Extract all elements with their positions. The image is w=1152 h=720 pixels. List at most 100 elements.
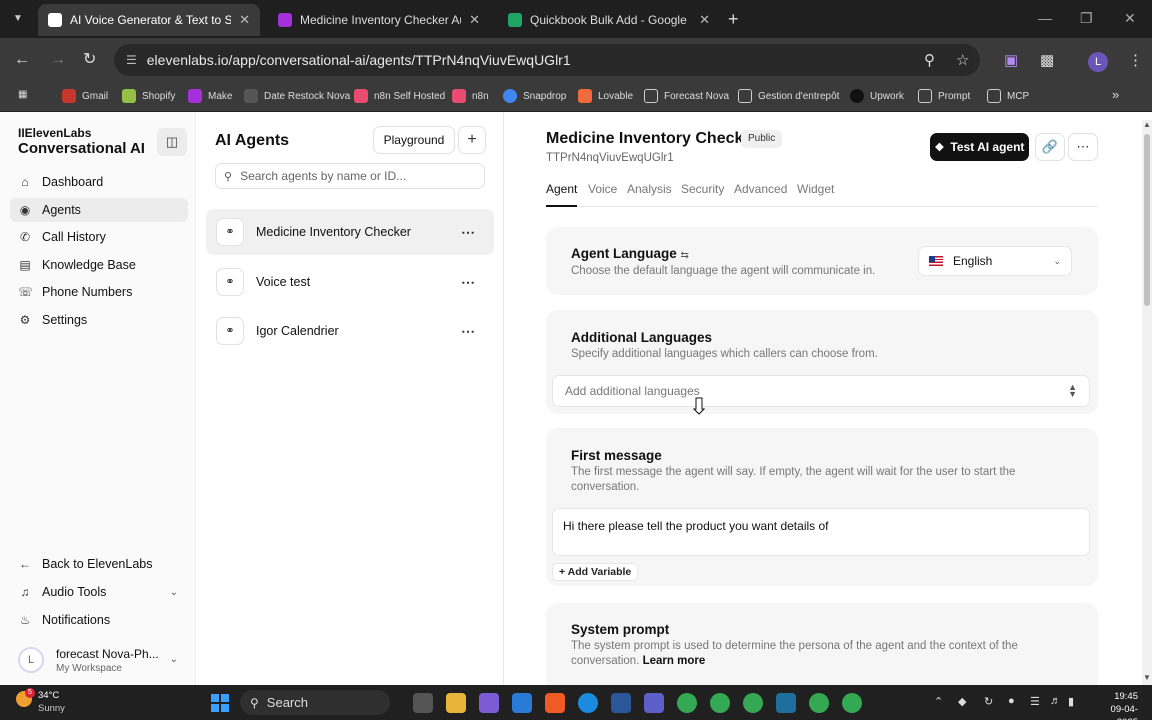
- search-input[interactable]: [240, 169, 471, 183]
- bookmark-gestion[interactable]: Gestion d'entrepôt: [738, 89, 839, 103]
- scrollbar[interactable]: ▲ ▼: [1142, 120, 1152, 685]
- more-bookmarks-icon[interactable]: »: [1112, 87, 1119, 102]
- tab-search-icon[interactable]: ▼: [8, 9, 28, 29]
- additional-languages-select[interactable]: Add additional languages ▲ ▼: [552, 375, 1090, 407]
- extension-chat-icon[interactable]: ▣: [1004, 51, 1018, 69]
- language-select[interactable]: English ⌄: [918, 246, 1072, 276]
- agent-list-item[interactable]: ⚭ Medicine Inventory Checker ⋯: [206, 209, 494, 255]
- bookmark-make[interactable]: Make: [188, 89, 232, 103]
- sidebar-item-phone-numbers[interactable]: ☏ Phone Numbers: [10, 280, 188, 304]
- sidebar-toggle-icon[interactable]: ◫: [157, 128, 187, 156]
- tab-voice[interactable]: Voice: [588, 182, 617, 207]
- wifi-icon[interactable]: ☰: [1030, 695, 1040, 708]
- scroll-up-icon[interactable]: ▲: [1143, 120, 1151, 129]
- more-options-icon[interactable]: ⋯: [458, 224, 478, 241]
- tab-analysis[interactable]: Analysis: [627, 182, 672, 207]
- chrome-icon[interactable]: [809, 693, 829, 713]
- bookmark-n8n-self-hosted[interactable]: n8n Self Hosted: [354, 89, 445, 103]
- tab-security[interactable]: Security: [681, 182, 724, 207]
- battery-icon[interactable]: ▮: [1068, 695, 1074, 708]
- learn-more-link[interactable]: Learn more: [643, 655, 706, 667]
- add-agent-button[interactable]: +: [458, 126, 486, 154]
- tab-agent[interactable]: Agent: [546, 182, 578, 207]
- test-agent-button[interactable]: ❖ Test AI agent: [930, 133, 1029, 161]
- sidebar-item-agents[interactable]: ◉ Agents: [10, 198, 188, 222]
- sidebar-item-notifications[interactable]: ♨ Notifications: [10, 608, 188, 632]
- tray-chevron-up-icon[interactable]: ⌃: [934, 695, 943, 708]
- store-icon[interactable]: [512, 693, 532, 713]
- bookmark-star-icon[interactable]: ☆: [956, 51, 969, 69]
- extensions-puzzle-icon[interactable]: ▩: [1040, 51, 1054, 69]
- chrome-icon[interactable]: [743, 693, 763, 713]
- bookmark-date-restock[interactable]: Date Restock Nova: [244, 89, 350, 103]
- back-arrow-icon[interactable]: ←: [14, 50, 30, 70]
- apps-grid-icon[interactable]: ▦: [18, 89, 27, 100]
- agent-list-item[interactable]: ⚭ Igor Calendrier ⋯: [206, 308, 494, 354]
- brave-icon[interactable]: [545, 693, 565, 713]
- bookmark-mcp[interactable]: MCP: [987, 89, 1029, 103]
- new-tab-icon[interactable]: +: [728, 9, 739, 29]
- teams-icon[interactable]: [644, 693, 664, 713]
- sidebar-item-call-history[interactable]: ✆ Call History: [10, 225, 188, 249]
- sidebar-item-knowledge-base[interactable]: ▤ Knowledge Base: [10, 253, 188, 277]
- browser-tab-elevenlabs[interactable]: AI Voice Generator & Text to Speech | El…: [38, 4, 260, 36]
- account-switcher[interactable]: L forecast Nova-Ph... My Workspace ⌄: [10, 640, 188, 680]
- more-options-icon[interactable]: ⋯: [458, 323, 478, 340]
- agent-list-item[interactable]: ⚭ Voice test ⋯: [206, 259, 494, 305]
- chrome-icon[interactable]: [677, 693, 697, 713]
- microphone-icon[interactable]: ●: [1008, 695, 1015, 707]
- tray-app-icon[interactable]: ◆: [958, 695, 966, 708]
- volume-icon[interactable]: ♬: [1050, 695, 1061, 707]
- file-explorer-icon[interactable]: [446, 693, 466, 713]
- browser-tab-make[interactable]: Medicine Inventory Checker Automation ✕: [268, 4, 490, 36]
- url-bar[interactable]: ☰ elevenlabs.io/app/conversational-ai/ag…: [114, 44, 980, 76]
- agent-search[interactable]: ⚲: [215, 163, 485, 189]
- tab-widget[interactable]: Widget: [797, 182, 834, 207]
- site-info-icon[interactable]: ☰: [126, 53, 137, 67]
- tray-sync-icon[interactable]: ↻: [984, 695, 993, 708]
- profile-avatar[interactable]: L: [1088, 52, 1108, 72]
- maximize-icon[interactable]: ❐: [1080, 10, 1093, 27]
- bookmark-forecast-nova[interactable]: Forecast Nova: [644, 89, 729, 103]
- sidebar-item-settings[interactable]: ⚙ Settings: [10, 308, 188, 332]
- reload-icon[interactable]: ↻: [83, 50, 96, 70]
- windows-start-icon[interactable]: [211, 694, 229, 712]
- bookmark-n8n[interactable]: n8n: [452, 89, 489, 103]
- copy-link-button[interactable]: 🔗: [1035, 133, 1065, 161]
- bookmark-lovable[interactable]: Lovable: [578, 89, 633, 103]
- tab-advanced[interactable]: Advanced: [734, 182, 787, 207]
- playground-button[interactable]: Playground: [373, 126, 455, 154]
- minimize-icon[interactable]: —: [1038, 10, 1052, 26]
- taskbar-clock[interactable]: 19:45 09-04-2025: [1090, 690, 1138, 720]
- sidebar-item-back[interactable]: ← Back to ElevenLabs: [10, 552, 188, 576]
- app-tl-icon[interactable]: [776, 693, 796, 713]
- close-tab-icon[interactable]: ✕: [699, 12, 710, 28]
- edge-icon[interactable]: [578, 693, 598, 713]
- zoom-icon[interactable]: ⚲: [924, 51, 935, 69]
- browser-menu-icon[interactable]: ⋮: [1128, 51, 1143, 69]
- scroll-down-icon[interactable]: ▼: [1143, 673, 1151, 682]
- chrome-icon[interactable]: [842, 693, 862, 713]
- bookmark-shopify[interactable]: Shopify: [122, 89, 175, 103]
- task-view-icon[interactable]: [413, 693, 433, 713]
- browser-tab-sheets[interactable]: Quickbook Bulk Add - Google Feuilles de …: [498, 4, 720, 36]
- chrome-icon[interactable]: [710, 693, 730, 713]
- close-tab-icon[interactable]: ✕: [239, 12, 250, 28]
- bookmark-snapdrop[interactable]: Snapdrop: [503, 89, 566, 103]
- bookmark-prompt[interactable]: Prompt: [918, 89, 970, 103]
- close-window-icon[interactable]: ✕: [1124, 10, 1136, 27]
- sidebar-item-dashboard[interactable]: ⌂ Dashboard: [10, 170, 188, 194]
- sidebar-item-audio-tools[interactable]: ♫ Audio Tools ⌄: [10, 580, 188, 604]
- more-options-icon[interactable]: ⋯: [458, 274, 478, 291]
- add-variable-button[interactable]: + Add Variable: [552, 563, 639, 581]
- copilot-icon[interactable]: [479, 693, 499, 713]
- bookmark-gmail[interactable]: Gmail: [62, 89, 108, 103]
- more-options-button[interactable]: ⋯: [1068, 133, 1098, 161]
- first-message-input[interactable]: Hi there please tell the product you wan…: [552, 508, 1090, 556]
- taskbar-search[interactable]: ⚲ Search: [240, 690, 390, 715]
- bookmark-upwork[interactable]: Upwork: [850, 89, 904, 103]
- scroll-thumb[interactable]: [1144, 134, 1150, 306]
- word-icon[interactable]: [611, 693, 631, 713]
- forward-arrow-icon[interactable]: →: [50, 50, 66, 70]
- close-tab-icon[interactable]: ✕: [469, 12, 480, 28]
